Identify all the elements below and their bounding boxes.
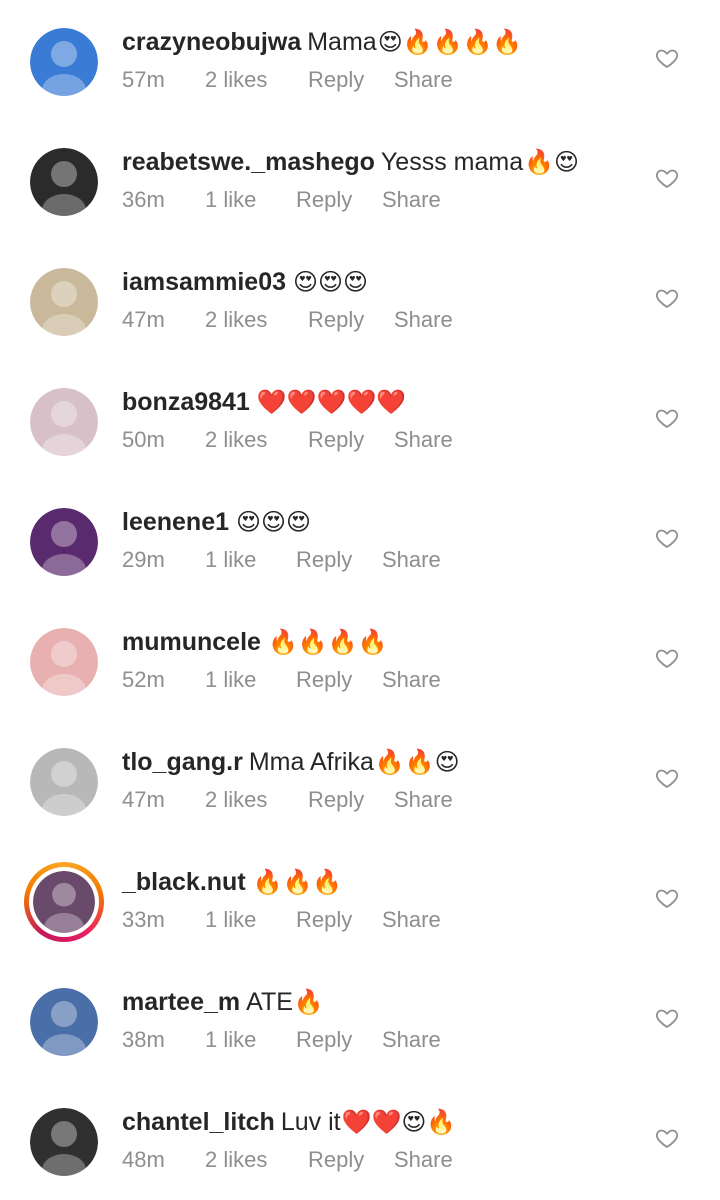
comment-username[interactable]: mumuncele <box>122 626 261 658</box>
comment-time: 36m <box>122 187 165 212</box>
comment-username[interactable]: tlo_gang.r <box>122 746 243 778</box>
comment-likes-count[interactable]: 1 like <box>205 186 256 214</box>
comment-row: _black.nut 🔥🔥🔥 33m 1 like Reply Share <box>0 840 720 960</box>
comment-emoji: 🔥🔥🔥🔥 <box>267 628 388 656</box>
reply-button[interactable]: Reply <box>296 1026 352 1054</box>
reply-button[interactable]: Reply <box>296 666 352 694</box>
comment-username[interactable]: chantel_litch <box>122 1106 275 1138</box>
heart-outline-icon[interactable] <box>655 166 679 190</box>
comment-row: chantel_litch Luv it ❤️❤️😍🔥 48m 2 likes … <box>0 1080 720 1200</box>
share-button[interactable]: Share <box>382 1026 441 1054</box>
comment-time: 38m <box>122 1027 165 1052</box>
comment-likes-count[interactable]: 1 like <box>205 1026 256 1054</box>
comment-text: Luv it <box>280 1108 341 1136</box>
heart-outline-icon[interactable] <box>655 46 679 70</box>
comment-time: 29m <box>122 547 165 572</box>
comment-username[interactable]: reabetswe._mashego <box>122 146 375 178</box>
avatar[interactable] <box>30 1108 98 1176</box>
heart-outline-icon[interactable] <box>655 406 679 430</box>
comment-likes-count[interactable]: 1 like <box>205 666 256 694</box>
heart-outline-icon[interactable] <box>655 1006 679 1030</box>
avatar[interactable] <box>30 988 98 1056</box>
share-button[interactable]: Share <box>382 666 441 694</box>
comment-row: leenene1 😍😍😍 29m 1 like Reply Share <box>0 480 720 600</box>
avatar[interactable] <box>24 862 104 942</box>
comment-emoji: 🔥😍 <box>524 148 579 176</box>
reply-button[interactable]: Reply <box>296 186 352 214</box>
comment-row: crazyneobujwa Mama 😍🔥🔥🔥🔥 57m 2 likes Rep… <box>0 0 720 120</box>
comment-likes-count[interactable]: 2 likes <box>205 426 267 454</box>
comment-time: 47m <box>122 307 165 332</box>
comment-row: iamsammie03 😍😍😍 47m 2 likes Reply Share <box>0 240 720 360</box>
comment-emoji: 🔥🔥😍 <box>374 748 460 776</box>
comment-emoji: 😍😍😍 <box>236 508 312 536</box>
comment-time: 50m <box>122 427 165 452</box>
comment-row: mumuncele 🔥🔥🔥🔥 52m 1 like Reply Share <box>0 600 720 720</box>
comment-likes-count[interactable]: 2 likes <box>205 786 267 814</box>
comment-likes-count[interactable]: 1 like <box>205 906 256 934</box>
share-button[interactable]: Share <box>394 66 453 94</box>
share-button[interactable]: Share <box>394 1146 453 1174</box>
comment-text: Yesss mama <box>380 148 524 176</box>
heart-outline-icon[interactable] <box>655 886 679 910</box>
share-button[interactable]: Share <box>382 906 441 934</box>
avatar[interactable] <box>30 388 98 456</box>
share-button[interactable]: Share <box>382 546 441 574</box>
comment-username[interactable]: martee_m <box>122 986 240 1018</box>
comment-emoji: 😍😍😍 <box>293 268 369 296</box>
comment-likes-count[interactable]: 2 likes <box>205 306 267 334</box>
comment-emoji: 🔥🔥🔥 <box>252 868 343 896</box>
comment-row: bonza9841 ❤️❤️❤️❤️❤️ 50m 2 likes Reply S… <box>0 360 720 480</box>
avatar[interactable] <box>30 28 98 96</box>
share-button[interactable]: Share <box>394 786 453 814</box>
avatar[interactable] <box>30 268 98 336</box>
reply-button[interactable]: Reply <box>296 546 352 574</box>
comment-username[interactable]: iamsammie03 <box>122 266 286 298</box>
reply-button[interactable]: Reply <box>296 906 352 934</box>
share-button[interactable]: Share <box>394 306 453 334</box>
comment-text: Mma Afrika <box>248 748 374 776</box>
comment-username[interactable]: crazyneobujwa <box>122 26 301 58</box>
reply-button[interactable]: Reply <box>308 66 364 94</box>
comment-time: 33m <box>122 907 165 932</box>
comment-username[interactable]: _black.nut <box>122 866 246 898</box>
reply-button[interactable]: Reply <box>308 786 364 814</box>
share-button[interactable]: Share <box>382 186 441 214</box>
comment-emoji: 😍🔥🔥🔥🔥 <box>377 28 523 56</box>
reply-button[interactable]: Reply <box>308 426 364 454</box>
comment-time: 47m <box>122 787 165 812</box>
comment-time: 52m <box>122 667 165 692</box>
comment-row: reabetswe._mashego Yesss mama 🔥😍 36m 1 l… <box>0 120 720 240</box>
heart-outline-icon[interactable] <box>655 526 679 550</box>
comment-time: 57m <box>122 67 165 92</box>
comment-text: Mama <box>307 28 377 56</box>
comment-likes-count[interactable]: 1 like <box>205 546 256 574</box>
heart-outline-icon[interactable] <box>655 766 679 790</box>
heart-outline-icon[interactable] <box>655 286 679 310</box>
reply-button[interactable]: Reply <box>308 1146 364 1174</box>
comment-row: tlo_gang.r Mma Afrika 🔥🔥😍 47m 2 likes Re… <box>0 720 720 840</box>
heart-outline-icon[interactable] <box>655 1126 679 1150</box>
heart-outline-icon[interactable] <box>655 646 679 670</box>
comment-likes-count[interactable]: 2 likes <box>205 66 267 94</box>
comment-emoji: 🔥 <box>293 988 324 1016</box>
share-button[interactable]: Share <box>394 426 453 454</box>
comment-emoji: ❤️❤️😍🔥 <box>341 1108 457 1136</box>
comment-row: martee_m ATE 🔥 38m 1 like Reply Share <box>0 960 720 1080</box>
comment-likes-count[interactable]: 2 likes <box>205 1146 267 1174</box>
reply-button[interactable]: Reply <box>308 306 364 334</box>
comment-emoji: ❤️❤️❤️❤️❤️ <box>256 388 407 416</box>
avatar[interactable] <box>30 508 98 576</box>
comment-text: ATE <box>246 988 293 1016</box>
avatar[interactable] <box>30 148 98 216</box>
avatar[interactable] <box>30 628 98 696</box>
avatar[interactable] <box>30 748 98 816</box>
comment-username[interactable]: bonza9841 <box>122 386 250 418</box>
comment-time: 48m <box>122 1147 165 1172</box>
comment-username[interactable]: leenene1 <box>122 506 229 538</box>
